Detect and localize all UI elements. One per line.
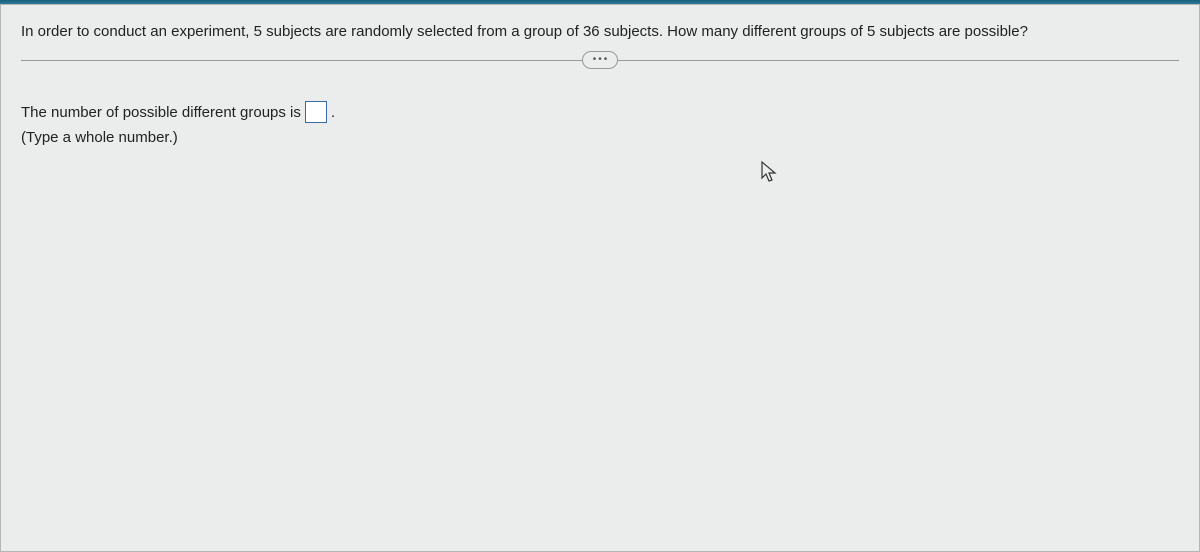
- answer-input[interactable]: [305, 101, 327, 123]
- answer-section: The number of possible different groups …: [1, 61, 1199, 166]
- answer-hint: (Type a whole number.): [21, 129, 1179, 146]
- answer-sentence: The number of possible different groups …: [21, 101, 1179, 123]
- question-panel: In order to conduct an experiment, 5 sub…: [0, 4, 1200, 552]
- answer-prefix-text: The number of possible different groups …: [21, 104, 301, 121]
- answer-suffix-text: .: [331, 104, 335, 121]
- section-divider: •••: [21, 60, 1179, 61]
- expand-ellipsis-button[interactable]: •••: [582, 51, 618, 69]
